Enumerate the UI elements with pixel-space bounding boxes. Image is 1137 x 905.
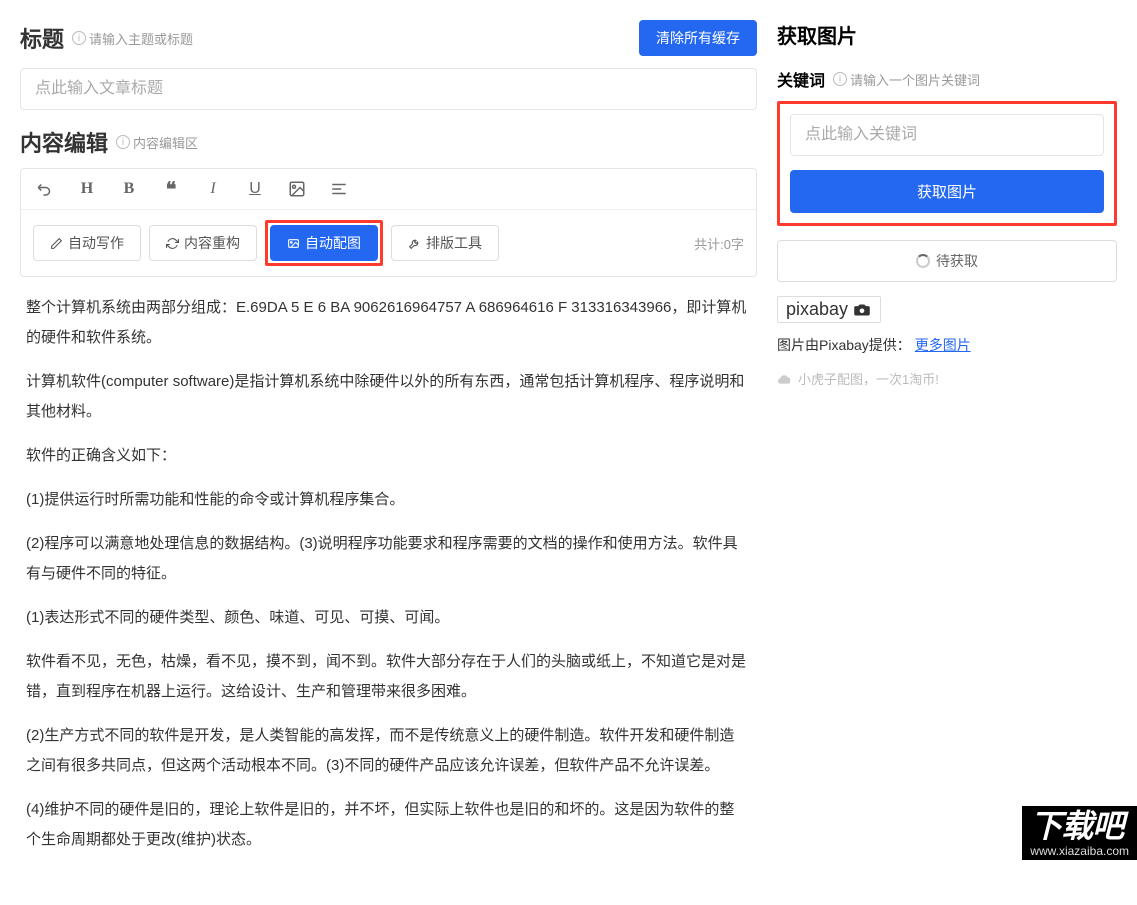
keyword-label: 关键词 — [777, 67, 825, 91]
undo-icon[interactable] — [33, 177, 57, 201]
action-toolbar: 自动写作 内容重构 自动配图 — [21, 210, 756, 276]
align-left-icon[interactable] — [327, 177, 351, 201]
image-icon — [287, 237, 300, 250]
more-images-link[interactable]: 更多图片 — [915, 337, 971, 353]
watermark: 下载吧 www.xiazaiba.com — [1022, 806, 1137, 860]
title-hint: i 请输入主题或标题 — [72, 29, 193, 48]
paragraph: (1)表达形式不同的硬件类型、颜色、味道、可见、可摸、可闻。 — [26, 603, 747, 633]
paragraph: (2)程序可以满意地处理信息的数据结构。(3)说明程序功能要求和程序需要的文档的… — [26, 529, 747, 589]
cloud-icon — [777, 373, 793, 385]
pixabay-badge: pixabay — [777, 296, 881, 323]
paragraph: 软件看不见，无色，枯燥，看不见，摸不到，闻不到。软件大部分存在于人们的头脑或纸上… — [26, 647, 747, 707]
content-hint: i 内容编辑区 — [116, 133, 198, 152]
layout-tool-button[interactable]: 排版工具 — [391, 225, 499, 261]
highlight-auto-image: 自动配图 — [265, 220, 383, 266]
title-input[interactable] — [20, 68, 757, 110]
title-label: 标题 — [20, 22, 64, 54]
keyword-input[interactable] — [790, 114, 1104, 156]
paragraph: 计算机软件(computer software)是指计算机系统中除硬件以外的所有… — [26, 367, 747, 427]
paragraph: (2)生产方式不同的软件是开发，是人类智能的高发挥，而不是传统意义上的硬件制造。… — [26, 721, 747, 781]
pencil-icon — [50, 237, 63, 250]
format-toolbar: H B ❝ I U — [21, 169, 756, 210]
bold-icon[interactable]: B — [117, 177, 141, 201]
word-count: 共计:0字 — [694, 234, 744, 253]
highlight-keyword-box: 获取图片 — [777, 101, 1117, 226]
info-icon: i — [116, 135, 130, 149]
fetch-image-button[interactable]: 获取图片 — [790, 170, 1104, 213]
wrench-icon — [408, 237, 421, 250]
paragraph: 软件的正确含义如下： — [26, 441, 747, 471]
spinner-icon — [916, 254, 930, 268]
heading-icon[interactable]: H — [75, 177, 99, 201]
clear-cache-button[interactable]: 清除所有缓存 — [639, 20, 757, 56]
image-credit: 图片由Pixabay提供： 更多图片 — [777, 335, 1117, 355]
editor-content[interactable]: 整个计算机系统由两部分组成：E.69DA 5 E 6 BA 9062616964… — [20, 277, 757, 885]
camera-icon — [852, 303, 872, 317]
image-icon[interactable] — [285, 177, 309, 201]
quote-icon[interactable]: ❝ — [159, 177, 183, 201]
info-icon: i — [72, 31, 86, 45]
paragraph: (1)提供运行时所需功能和性能的命令或计算机程序集合。 — [26, 485, 747, 515]
keyword-hint: i 请输入一个图片关键词 — [833, 70, 980, 89]
underline-icon[interactable]: U — [243, 177, 267, 201]
auto-write-button[interactable]: 自动写作 — [33, 225, 141, 261]
refresh-icon — [166, 237, 179, 250]
restructure-button[interactable]: 内容重构 — [149, 225, 257, 261]
info-icon: i — [833, 72, 847, 86]
title-section-header: 标题 i 请输入主题或标题 清除所有缓存 — [20, 20, 757, 56]
editor-box: H B ❝ I U 自动写作 — [20, 168, 757, 277]
paragraph: (4)维护不同的硬件是旧的，理论上软件是旧的，并不坏，但实际上软件也是旧的和坏的… — [26, 795, 747, 855]
sidebar-title: 获取图片 — [777, 20, 1117, 49]
footer-note: 小虎子配图，一次1淘币! — [777, 369, 1117, 388]
pending-status: 待获取 — [777, 240, 1117, 282]
content-label: 内容编辑 — [20, 126, 108, 158]
auto-image-button[interactable]: 自动配图 — [270, 225, 378, 261]
italic-icon[interactable]: I — [201, 177, 225, 201]
paragraph: 整个计算机系统由两部分组成：E.69DA 5 E 6 BA 9062616964… — [26, 293, 747, 353]
